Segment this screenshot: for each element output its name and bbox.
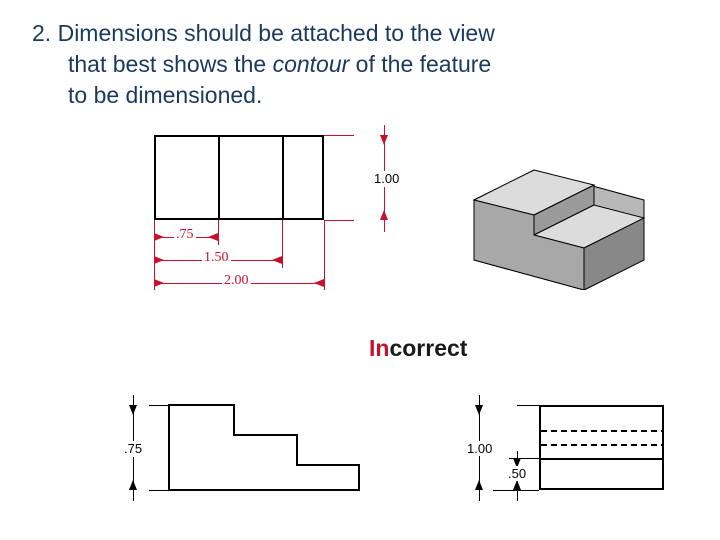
ext-line <box>282 220 283 268</box>
top-view-divider-1 <box>218 135 220 220</box>
hidden-line-1 <box>541 430 663 432</box>
rule-line-1: Dimensions should be attached to the vie… <box>58 20 495 46</box>
isometric-view <box>454 140 664 280</box>
dim-line <box>479 395 480 441</box>
ext-line <box>324 220 354 221</box>
bottom-left-svg <box>109 395 379 505</box>
ext-line <box>149 490 169 491</box>
ext-line <box>218 220 219 245</box>
bottom-left-view: .75 <box>109 395 379 505</box>
solid-div-line <box>539 458 664 460</box>
top-view-divider-2 <box>282 135 284 220</box>
top-view-outline <box>154 135 324 220</box>
bottom-right-outline <box>539 405 664 490</box>
arrowhead-icon <box>513 480 521 490</box>
dim-line <box>133 395 134 441</box>
arrowhead-icon <box>208 233 218 241</box>
rule-number: 2. <box>32 20 51 46</box>
dim-line <box>479 455 480 501</box>
ext-line <box>493 490 539 491</box>
dim-width-150: 1.50 <box>202 250 231 266</box>
arrowhead-icon <box>129 480 137 490</box>
rule-line-3: to be dimensioned. <box>68 82 262 108</box>
dim-width-075: .75 <box>174 227 196 243</box>
arrowhead-icon <box>154 233 164 241</box>
rule-line-2c: of the feature <box>349 51 491 77</box>
ext-line <box>324 220 325 290</box>
ext-line <box>324 135 354 136</box>
incorrect-prefix: In <box>369 335 389 361</box>
dim-width-200: 2.00 <box>222 273 251 289</box>
isometric-svg <box>454 140 664 290</box>
bottom-right-view: 1.00 .50 <box>439 395 689 505</box>
arrowhead-icon <box>380 135 388 145</box>
dim-line <box>133 457 134 501</box>
rule-line-2a: that best shows the <box>68 51 273 77</box>
dim-height-050: .50 <box>506 466 528 481</box>
ext-line <box>149 405 169 406</box>
arrowhead-icon <box>154 279 164 287</box>
arrowhead-icon <box>129 405 137 415</box>
arrowhead-icon <box>380 210 388 220</box>
incorrect-rest: correct <box>389 335 467 361</box>
top-orthographic-view: 1.00 .75 1.50 2.00 <box>134 135 434 325</box>
ext-line <box>517 405 539 406</box>
figures-container: 1.00 .75 1.50 2.00 <box>24 135 696 505</box>
hidden-line-2 <box>541 444 663 446</box>
arrowhead-icon <box>475 405 483 415</box>
arrowhead-icon <box>314 279 324 287</box>
dim-height-1: 1.00 <box>372 171 401 186</box>
arrowhead-icon <box>475 480 483 490</box>
arrowhead-icon <box>154 256 164 264</box>
dim-height-075: .75 <box>122 441 144 456</box>
arrowhead-icon <box>272 256 282 264</box>
dim-line <box>384 125 385 173</box>
guideline-rule-2: 2. Dimensions should be attached to the … <box>32 18 696 111</box>
incorrect-label: Incorrect <box>369 335 467 362</box>
dim-height-100: 1.00 <box>465 441 494 456</box>
rule-contour-word: contour <box>273 51 350 77</box>
